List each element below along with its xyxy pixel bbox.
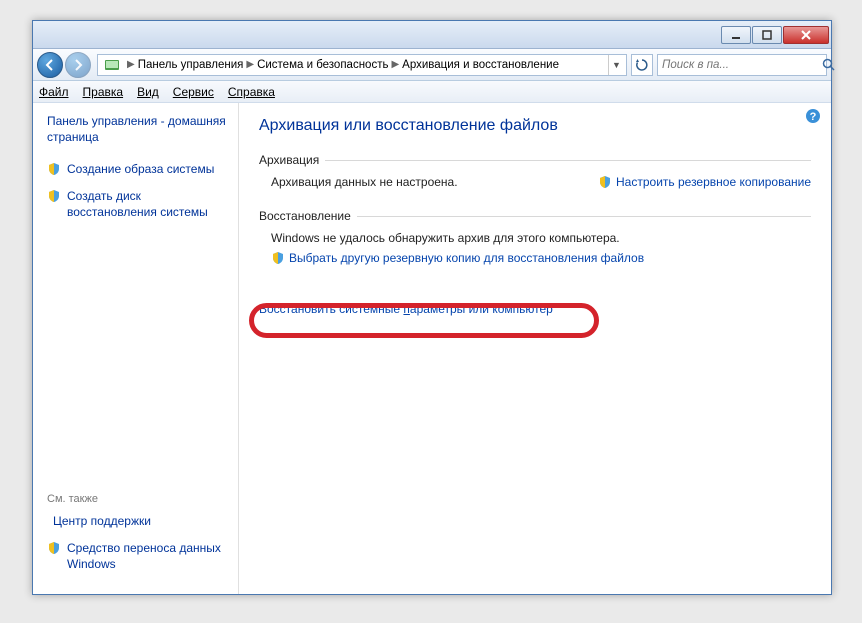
configure-backup-label: Настроить резервное копирование [616, 175, 811, 189]
breadcrumb-sep: ▶ [246, 59, 254, 70]
breadcrumb[interactable]: ▶ Панель управления ▶ Система и безопасн… [97, 54, 627, 76]
breadcrumb-dropdown[interactable]: ▼ [608, 54, 624, 76]
shield-icon [47, 189, 61, 203]
choose-backup-label: Выбрать другую резервную копию для восст… [289, 251, 644, 265]
breadcrumb-seg-3[interactable]: Архивация и восстановление [402, 59, 559, 71]
configure-backup-link[interactable]: Настроить резервное копирование [598, 175, 811, 189]
help-icon[interactable]: ? [805, 108, 821, 124]
menu-tools[interactable]: Сервис [173, 85, 214, 99]
titlebar [33, 21, 831, 49]
menubar: Файл Правка Вид Сервис Справка [33, 81, 831, 103]
control-panel-icon [104, 57, 120, 73]
search-input[interactable] [658, 59, 822, 71]
shield-icon [47, 162, 61, 176]
sidebar-link-label: Создать диск восстановления системы [67, 188, 228, 220]
section-header: Восстановление [259, 209, 351, 223]
sidebar-link-label: Создание образа системы [67, 161, 214, 177]
see-also-label: Средство переноса данных Windows [67, 540, 228, 572]
sidebar: Панель управления - домашняя страница Со… [33, 103, 239, 594]
choose-backup-link[interactable]: Выбрать другую резервную копию для восст… [259, 251, 644, 265]
section-header: Архивация [259, 153, 319, 167]
restore-system-label: Восстановить системные параметры или ком… [259, 302, 553, 316]
menu-help[interactable]: Справка [228, 85, 275, 99]
see-also-label: См. также [47, 493, 228, 505]
breadcrumb-seg-2[interactable]: Система и безопасность [257, 59, 388, 71]
refresh-button[interactable] [631, 54, 653, 76]
see-also-action-center[interactable]: Центр поддержки [47, 513, 228, 529]
search-box[interactable] [657, 54, 827, 76]
menu-view[interactable]: Вид [137, 85, 159, 99]
svg-text:?: ? [810, 111, 817, 123]
control-panel-home-link[interactable]: Панель управления - домашняя страница [47, 113, 228, 145]
control-panel-window: ▶ Панель управления ▶ Система и безопасн… [32, 20, 832, 595]
see-also-easy-transfer[interactable]: Средство переноса данных Windows [47, 540, 228, 572]
restore-system-link[interactable]: Восстановить системные параметры или ком… [259, 302, 553, 316]
back-button[interactable] [37, 52, 63, 78]
menu-file[interactable]: Файл [39, 85, 69, 99]
breadcrumb-seg-1[interactable]: Панель управления [138, 59, 244, 71]
breadcrumb-sep: ▶ [391, 59, 399, 70]
restore-status-text: Windows не удалось обнаружить архив для … [271, 231, 620, 245]
close-button[interactable] [783, 26, 829, 44]
forward-button[interactable] [65, 52, 91, 78]
maximize-button[interactable] [752, 26, 782, 44]
backup-status-text: Архивация данных не настроена. [271, 175, 458, 189]
navbar: ▶ Панель управления ▶ Система и безопасн… [33, 49, 831, 81]
see-also-label: Центр поддержки [53, 513, 151, 529]
section-restore: Восстановление Windows не удалось обнару… [259, 209, 811, 316]
shield-icon [47, 541, 61, 555]
sidebar-link-create-image[interactable]: Создание образа системы [47, 161, 228, 177]
breadcrumb-sep: ▶ [127, 59, 135, 70]
shield-icon [598, 175, 612, 189]
menu-edit[interactable]: Правка [83, 85, 124, 99]
minimize-button[interactable] [721, 26, 751, 44]
search-icon[interactable] [822, 55, 836, 75]
body: Панель управления - домашняя страница Со… [33, 103, 831, 594]
page-title: Архивация или восстановление файлов [259, 117, 811, 135]
content: ? Архивация или восстановление файлов Ар… [239, 103, 831, 594]
shield-icon [271, 251, 285, 265]
section-backup: Архивация Архивация данных не настроена.… [259, 153, 811, 189]
sidebar-link-create-disc[interactable]: Создать диск восстановления системы [47, 188, 228, 220]
